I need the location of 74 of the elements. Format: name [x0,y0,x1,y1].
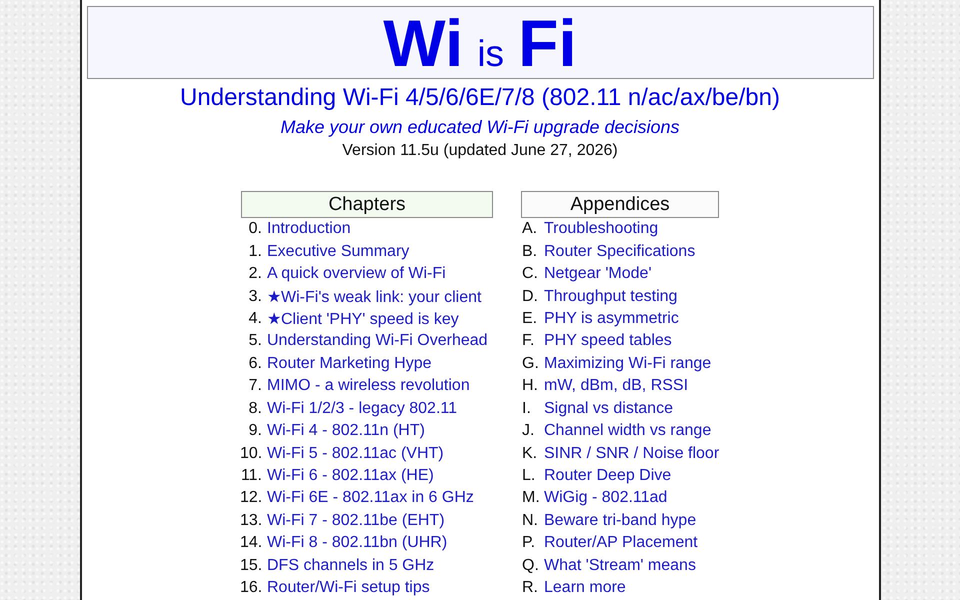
appendix-link[interactable]: Netgear 'Mode' [544,265,652,284]
appendix-number: F. [522,332,536,350]
chapter-number: 1. [248,242,262,261]
chapter-link[interactable]: A quick overview of Wi-Fi [267,265,446,284]
appendix-number: L. [522,467,536,486]
appendix-link[interactable]: SINR / SNR / Noise floor [544,444,720,463]
chapter-link[interactable]: Executive Summary [267,242,410,261]
chapter-number: 3. [248,288,262,306]
appendix-link[interactable]: mW, dBm, dB, RSSI [544,377,688,396]
appendix-link[interactable]: WiGig - 802.11ad [544,489,668,508]
chapter-number: 0. [248,220,262,238]
appendix-link[interactable]: Router Specifications [544,242,696,261]
chapter-number: 2. [248,265,262,284]
appendix-number: P. [522,534,536,552]
chapter-number: 8. [248,400,262,418]
section-heading: Chapters [241,191,493,218]
chapter-link[interactable]: Introduction [267,220,351,238]
chapter-number: 12. [240,489,262,508]
chapter-link[interactable]: DFS channels in 5 GHz [267,556,434,575]
appendix-number: M. [522,489,541,508]
chapter-number: 14. [240,534,262,552]
appendix-number: R. [522,579,539,598]
version-text: Version 11.5u (updated June 27, 2026) [342,141,618,161]
appendix-number: J. [522,422,536,440]
appendix-number: G. [522,354,540,373]
chapter-link[interactable]: ★Wi-Fi's weak link: your client [267,286,482,307]
chapter-link[interactable]: Router/Wi-Fi setup tips [267,579,430,598]
appendix-link[interactable]: Beware tri-band hype [544,512,696,530]
chapter-link[interactable]: Wi-Fi 1/2/3 - legacy 802.11 [267,400,458,418]
chapter-number: 16. [240,579,262,598]
appendix-number: Q. [522,556,540,575]
site-subtitle: Understanding Wi-Fi 4/5/6/6E/7/8 (802.11 n/ac/ax/be/bn) [180,84,780,112]
appendix-link[interactable]: What 'Stream' means [544,556,696,575]
chapter-number: 11. [240,467,262,486]
chapter-link[interactable]: MIMO - a wireless revolution [267,377,470,396]
chapter-number: 15. [240,556,262,575]
appendix-number: B. [522,242,538,261]
appendix-link[interactable]: Signal vs distance [544,400,673,418]
site-tagline: Make your own educated Wi-Fi upgrade decisions [280,116,680,138]
chapter-link[interactable]: Wi-Fi 6E - 802.11ax in 6 GHz [267,489,474,508]
appendix-number: K. [522,444,538,463]
chapter-number: 4. [248,310,262,328]
appendix-link[interactable]: Channel width vs range [544,422,712,440]
appendix-link[interactable]: Troubleshooting [544,220,658,238]
chapter-number: 13. [240,512,262,530]
chapter-number: 7. [248,377,262,396]
appendix-number: C. [522,265,539,284]
chapter-link[interactable]: Wi-Fi 6 - 802.11ax (HE) [267,467,434,486]
appendix-number: A. [522,220,538,238]
section-heading: Appendices [521,191,719,218]
appendix-number: N. [522,512,539,530]
appendix-link[interactable]: Router Deep Dive [544,467,672,486]
appendix-number: H. [522,377,539,396]
appendix-link[interactable]: Learn more [544,579,626,598]
appendix-link[interactable]: Maximizing Wi-Fi range [544,354,712,373]
chapter-link[interactable]: Understanding Wi-Fi Overhead [267,332,488,350]
chapter-number: 5. [248,332,262,350]
chapter-link[interactable]: Wi-Fi 5 - 802.11ac (VHT) [267,444,444,463]
appendix-number: E. [522,310,538,328]
appendix-link[interactable]: Throughput testing [544,288,678,306]
chapter-number: 6. [248,354,262,373]
site-logo: Wi is Fi [383,10,577,76]
appendix-link[interactable]: Router/AP Placement [544,534,698,552]
chapter-link[interactable]: Router Marketing Hype [267,354,432,373]
appendix-link[interactable]: PHY is asymmetric [544,310,679,328]
chapter-link[interactable]: Wi-Fi 4 - 802.11n (HT) [267,422,425,440]
chapter-number: 9. [248,422,262,440]
appendix-number: I. [522,400,532,418]
chapter-number: 10. [240,444,262,463]
chapter-link[interactable]: ★Client 'PHY' speed is key [267,308,459,329]
chapter-link[interactable]: Wi-Fi 7 - 802.11be (EHT) [267,512,445,530]
chapter-link[interactable]: Wi-Fi 8 - 802.11bn (UHR) [267,534,448,552]
appendix-link[interactable]: PHY speed tables [544,332,672,350]
appendix-number: D. [522,288,539,306]
